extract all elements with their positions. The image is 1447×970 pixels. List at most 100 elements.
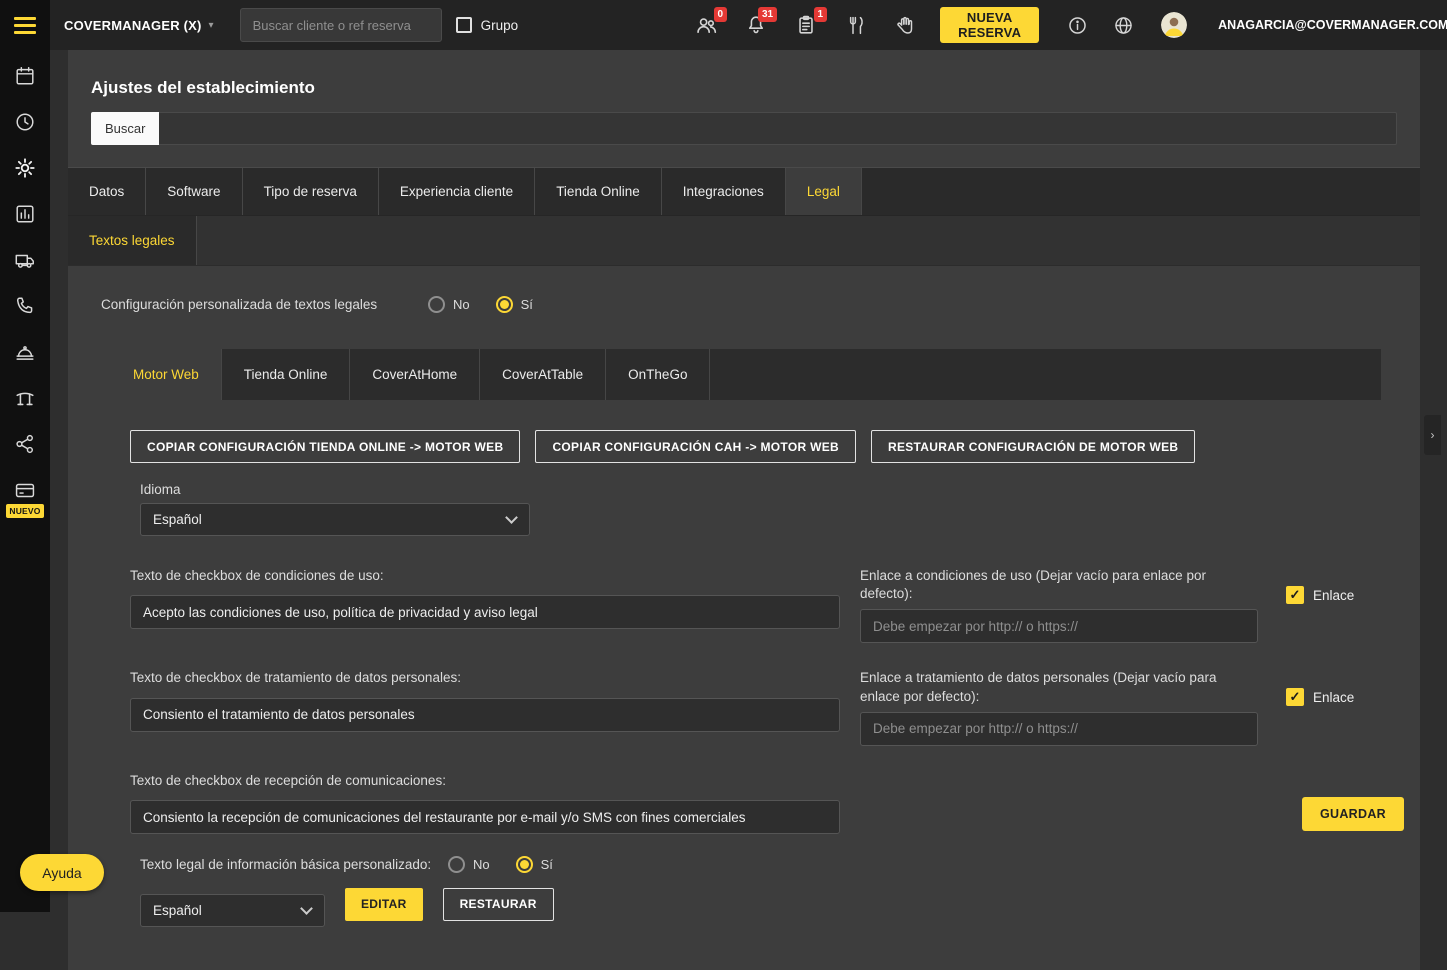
radio-selected-icon[interactable] [516,856,533,873]
config-radio-no[interactable]: No [428,296,470,313]
client-search-input[interactable] [240,8,442,42]
checkbox-checked-icon[interactable]: ✓ [1286,586,1304,604]
custom-legal-config-row: Configuración personalizada de textos le… [101,296,1420,313]
tratamiento-input[interactable] [130,698,840,732]
legal-subtabs: Textos legales [68,216,1420,266]
guardar-button[interactable]: GUARDAR [1302,797,1404,831]
settings-tabs: Datos Software Tipo de reserva Experienc… [68,167,1420,216]
notifications-bell-icon[interactable]: 31 [744,13,768,37]
condiciones-row: Texto de checkbox de condiciones de uso:… [130,567,1410,643]
tab-datos[interactable]: Datos [68,168,146,215]
delivery-truck-icon[interactable] [14,249,36,271]
idioma-select[interactable]: Español [140,503,530,536]
integrations-share-icon[interactable] [14,433,36,455]
legal-info-label: Texto legal de información básica person… [140,854,448,876]
payments-card-item[interactable]: NUEVO [6,479,43,518]
clients-badge: 0 [714,7,728,22]
tasks-badge: 1 [814,7,828,22]
legal-idioma-select[interactable]: Español [140,894,325,927]
checkbox-unchecked-icon[interactable] [456,17,472,33]
notifications-badge: 31 [758,7,777,22]
idioma-label: Idioma [140,482,1420,497]
language-globe-icon[interactable] [1111,13,1135,37]
user-email[interactable]: ANAGARCIA@COVERMANAGER.COM [1218,18,1447,32]
topbar: COVERMANAGER (X) ▾ Grupo 0 31 [0,0,1447,50]
checkbox-checked-icon[interactable]: ✓ [1286,688,1304,706]
tab-tienda-online[interactable]: Tienda Online [535,168,662,215]
tasks-clipboard-icon[interactable]: 1 [794,13,818,37]
legal-radio-no[interactable]: No [448,856,490,873]
grupo-checkbox[interactable]: Grupo [456,17,519,33]
config-radio-si[interactable]: Sí [496,296,533,313]
brand-name[interactable]: COVERMANAGER (X) [64,18,202,33]
buscar-button[interactable]: Buscar [91,112,159,145]
engine-tab-tienda-online[interactable]: Tienda Online [222,349,351,400]
engine-tab-coverattable[interactable]: CoverAtTable [480,349,606,400]
hamburger-menu-icon[interactable] [0,0,50,50]
comunicaciones-input[interactable] [130,800,840,834]
radio-unselected-icon[interactable] [428,296,445,313]
engine-tab-onthego[interactable]: OnTheGo [606,349,710,400]
radio-no-label: No [473,857,490,872]
tab-tipo-de-reserva[interactable]: Tipo de reserva [243,168,379,215]
copy-tienda-online-config-button[interactable]: COPIAR CONFIGURACIÓN TIENDA ONLINE -> MO… [130,430,520,463]
radio-unselected-icon[interactable] [448,856,465,873]
engine-tab-motor-web[interactable]: Motor Web [111,349,222,400]
radio-selected-icon[interactable] [496,296,513,313]
sidebar: NUEVO [0,50,50,912]
settings-gear-icon[interactable] [14,157,36,179]
collapse-panel-toggle[interactable]: › [1424,415,1441,455]
enlace-tratamiento-label: Enlace a tratamiento de datos personales… [860,669,1258,705]
enlace-tratamiento-input[interactable] [860,712,1258,746]
brand-chevron-down-icon[interactable]: ▾ [209,20,214,31]
settings-panel: Ajustes del establecimiento Buscar Datos… [68,50,1420,970]
tab-experiencia-cliente[interactable]: Experiencia cliente [379,168,535,215]
legal-info-radio-group: No Sí [448,856,553,873]
nuevo-badge: NUEVO [6,504,43,518]
tratamiento-label: Texto de checkbox de tratamiento de dato… [130,669,840,687]
subtab-textos-legales[interactable]: Textos legales [68,216,197,265]
config-action-buttons: COPIAR CONFIGURACIÓN TIENDA ONLINE -> MO… [130,430,1420,463]
table-bridge-icon[interactable] [14,387,36,409]
restaurar-button[interactable]: RESTAURAR [443,888,554,921]
ayuda-button[interactable]: Ayuda [20,854,104,891]
legal-idioma-select-value: Español [153,903,202,918]
chevron-down-icon [505,511,518,524]
enlace-condiciones-input[interactable] [860,609,1258,643]
comunicaciones-row: Texto de checkbox de recepción de comuni… [130,772,1410,834]
tab-legal[interactable]: Legal [786,168,862,215]
settings-search-input[interactable] [159,112,1397,145]
condiciones-input[interactable] [130,595,840,629]
custom-legal-radio-group: No Sí [428,296,533,313]
engine-tabs: Motor Web Tienda Online CoverAtHome Cove… [111,349,1381,400]
info-icon[interactable] [1065,13,1089,37]
calendar-icon[interactable] [14,65,36,87]
clients-icon[interactable]: 0 [694,13,718,37]
engine-tab-coverathome[interactable]: CoverAtHome [350,349,480,400]
nueva-reserva-button[interactable]: NUEVA RESERVA [940,7,1039,43]
editar-button[interactable]: EDITAR [345,888,423,921]
legal-info-row: Texto legal de información básica person… [140,854,1420,876]
avatar[interactable] [1161,12,1187,38]
enlace-tratamiento-checkbox[interactable]: ✓ Enlace [1286,687,1354,707]
restore-motor-web-config-button[interactable]: RESTAURAR CONFIGURACIÓN DE MOTOR WEB [871,430,1195,463]
tab-software[interactable]: Software [146,168,242,215]
legal-radio-si[interactable]: Sí [516,856,553,873]
tab-integraciones[interactable]: Integraciones [662,168,786,215]
history-clock-icon[interactable] [14,111,36,133]
settings-search-row: Buscar [91,112,1397,145]
hand-service-icon[interactable] [894,13,918,37]
tratamiento-row: Texto de checkbox de tratamiento de dato… [130,669,1410,745]
restaurant-icon[interactable] [844,13,868,37]
copy-cah-config-button[interactable]: COPIAR CONFIGURACIÓN CAH -> MOTOR WEB [535,430,856,463]
payments-card-icon[interactable] [14,479,36,501]
enlace-checkbox-label: Enlace [1313,588,1354,603]
room-service-cloche-icon[interactable] [14,341,36,363]
idioma-select-value: Español [153,512,202,527]
enlace-condiciones-checkbox[interactable]: ✓ Enlace [1286,585,1354,605]
stats-chart-icon[interactable] [14,203,36,225]
topbar-icon-group: 0 31 1 [694,13,918,37]
legal-texts-form: Texto de checkbox de condiciones de uso:… [130,567,1410,834]
radio-no-label: No [453,297,470,312]
phone-call-icon[interactable] [14,295,36,317]
